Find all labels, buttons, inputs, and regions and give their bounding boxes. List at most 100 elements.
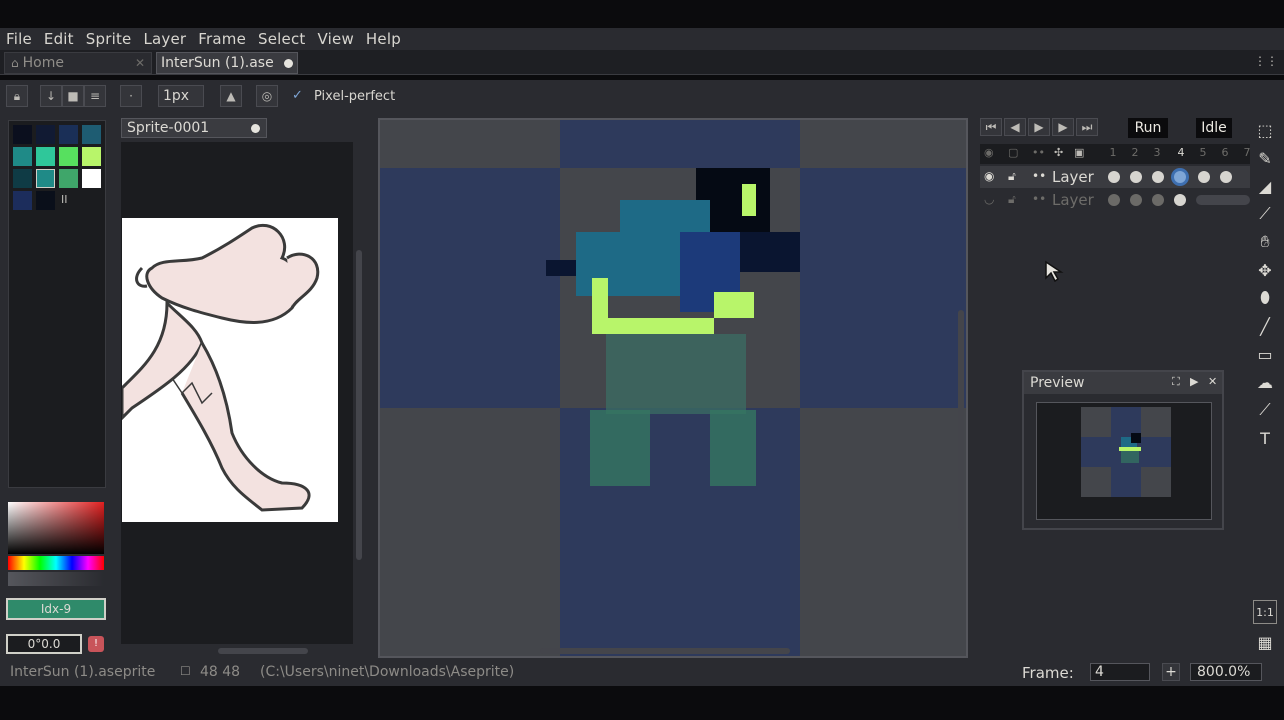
check-icon[interactable]: ✓	[292, 88, 303, 103]
warning-icon[interactable]: !	[88, 636, 104, 652]
color-value-field[interactable]: 0°0.0	[6, 634, 82, 654]
frame-number[interactable]: 3	[1146, 146, 1168, 159]
brush-size-field[interactable]: 1px	[158, 85, 204, 107]
tag-run[interactable]: Run	[1128, 118, 1168, 138]
menu-view[interactable]: View	[318, 30, 354, 48]
frame-field[interactable]: 4	[1090, 663, 1150, 681]
unsaved-dot-icon[interactable]	[284, 58, 293, 68]
pixel-perfect-label[interactable]: Pixel-perfect	[314, 89, 395, 104]
layer-row-2[interactable]: ◡ 🔓︎ •• Layer	[980, 190, 1250, 210]
main-canvas[interactable]	[378, 118, 968, 658]
eraser-icon[interactable]: ◢	[1253, 174, 1277, 198]
close-icon[interactable]: ✕	[135, 56, 145, 70]
rectangle-icon[interactable]: ▭	[1253, 342, 1277, 366]
eye-off-icon[interactable]: ◡	[984, 192, 994, 206]
frame-number[interactable]: 5	[1192, 146, 1214, 159]
palette-swatch[interactable]	[13, 147, 32, 166]
palette-swatch[interactable]	[82, 125, 101, 144]
menu-select[interactable]: Select	[258, 30, 305, 48]
stamp-icon[interactable]: ▲	[220, 85, 242, 107]
color-index-field[interactable]: Idx-9	[6, 598, 106, 620]
palette-swatch[interactable]	[59, 169, 78, 188]
palette-swatch[interactable]	[36, 147, 55, 166]
palette-swatch[interactable]	[59, 125, 78, 144]
text-icon[interactable]: T	[1253, 426, 1277, 450]
eye-icon[interactable]: ◉	[984, 169, 994, 183]
unsaved-dot-icon[interactable]	[251, 123, 260, 133]
layer-blend-icon[interactable]: ▣	[1074, 146, 1084, 159]
continuous-icon[interactable]: ••	[1032, 169, 1046, 183]
layer-row-1[interactable]: ◉ 🔓︎ •• Layer	[980, 166, 1250, 188]
cel[interactable]	[1130, 194, 1142, 206]
arrow-down-icon[interactable]: ↓	[40, 85, 62, 107]
maximize-icon[interactable]: ⛶	[1172, 375, 1180, 389]
palette-swatch[interactable]	[13, 169, 32, 188]
first-frame-icon[interactable]: ⏮	[980, 118, 1002, 136]
stop-icon[interactable]: ■	[62, 85, 84, 107]
zoom-field[interactable]: 800.0%	[1190, 663, 1262, 681]
continuous-icon[interactable]: ••	[1032, 192, 1046, 206]
palette-swatch[interactable]	[36, 191, 55, 210]
eyedropper-icon[interactable]: ⟋	[1253, 202, 1277, 226]
layer-name[interactable]: Layer	[1052, 168, 1094, 186]
pencil-icon[interactable]: ✎	[1253, 146, 1277, 170]
palette-swatch[interactable]	[13, 191, 32, 210]
palette-swatch[interactable]	[82, 169, 101, 188]
menu-layer[interactable]: Layer	[143, 30, 186, 48]
hue-slider[interactable]	[8, 556, 104, 570]
cel[interactable]	[1152, 171, 1164, 183]
prev-frame-icon[interactable]: ◀	[1004, 118, 1026, 136]
list-icon[interactable]: ≡	[84, 85, 106, 107]
continuous-icon[interactable]: ••	[1032, 146, 1045, 159]
frame-number-active[interactable]: 4	[1170, 146, 1192, 159]
add-frame-button[interactable]: +	[1162, 663, 1180, 681]
lock-icon[interactable]: 🔓︎	[1008, 192, 1016, 207]
lock-icon[interactable]: ▢	[1008, 146, 1018, 159]
menu-edit[interactable]: Edit	[44, 30, 74, 48]
color-spectrum[interactable]	[8, 502, 104, 554]
menu-file[interactable]: File	[6, 30, 32, 48]
blur-icon[interactable]: ☁︎	[1253, 370, 1277, 394]
play-icon[interactable]: ▶	[1028, 118, 1050, 136]
lock-icon[interactable]: 🔒︎	[6, 85, 28, 107]
menu-frame[interactable]: Frame	[198, 30, 246, 48]
cel[interactable]	[1108, 194, 1120, 206]
reference-scrollbar-v[interactable]	[356, 250, 362, 560]
menu-sprite[interactable]: Sprite	[86, 30, 132, 48]
frame-number[interactable]: 2	[1124, 146, 1146, 159]
palette-swatch[interactable]	[59, 147, 78, 166]
reference-scrollbar-h[interactable]	[218, 648, 308, 654]
lock-icon[interactable]: 🔓︎	[1008, 169, 1016, 184]
menu-help[interactable]: Help	[366, 30, 401, 48]
preview-titlebar[interactable]: Preview ⛶ ▶ ✕	[1024, 372, 1222, 394]
dot-icon[interactable]: ·	[120, 85, 142, 107]
frame-number[interactable]: 1	[1102, 146, 1124, 159]
onion-skin-icon[interactable]: ✣	[1054, 146, 1063, 159]
eye-icon[interactable]: ◉	[984, 146, 994, 159]
layer-name[interactable]: Layer	[1052, 191, 1094, 209]
cel[interactable]	[1220, 171, 1232, 183]
preview-window[interactable]: Preview ⛶ ▶ ✕	[1022, 370, 1224, 530]
cel[interactable]	[1198, 171, 1210, 183]
canvas-scrollbar-h[interactable]	[540, 648, 790, 654]
bucket-icon[interactable]: ⬮	[1253, 286, 1277, 310]
palette-swatch[interactable]	[82, 147, 101, 166]
line-icon[interactable]: ╱	[1253, 314, 1277, 338]
cel[interactable]	[1174, 194, 1186, 206]
spray-icon[interactable]: ⟋	[1253, 398, 1277, 422]
move-icon[interactable]: ✥	[1253, 258, 1277, 282]
cel[interactable]	[1152, 194, 1164, 206]
linked-cel-bar[interactable]	[1196, 195, 1250, 205]
tag-idle[interactable]: Idle	[1196, 118, 1232, 138]
tab-intersun[interactable]: InterSun (1).ase	[156, 52, 298, 74]
play-icon[interactable]: ▶	[1190, 375, 1198, 388]
spiral-icon[interactable]: ◎	[256, 85, 278, 107]
palette-swatch-selected[interactable]	[36, 169, 55, 188]
canvas-scrollbar-v[interactable]	[958, 310, 964, 530]
tab-home[interactable]: ⌂ Home ✕	[4, 52, 152, 74]
cel[interactable]	[1130, 171, 1142, 183]
frame-number[interactable]: 6	[1214, 146, 1236, 159]
close-icon[interactable]: ✕	[1208, 375, 1217, 388]
marquee-icon[interactable]: ⬚	[1253, 118, 1277, 142]
cel[interactable]	[1108, 171, 1120, 183]
